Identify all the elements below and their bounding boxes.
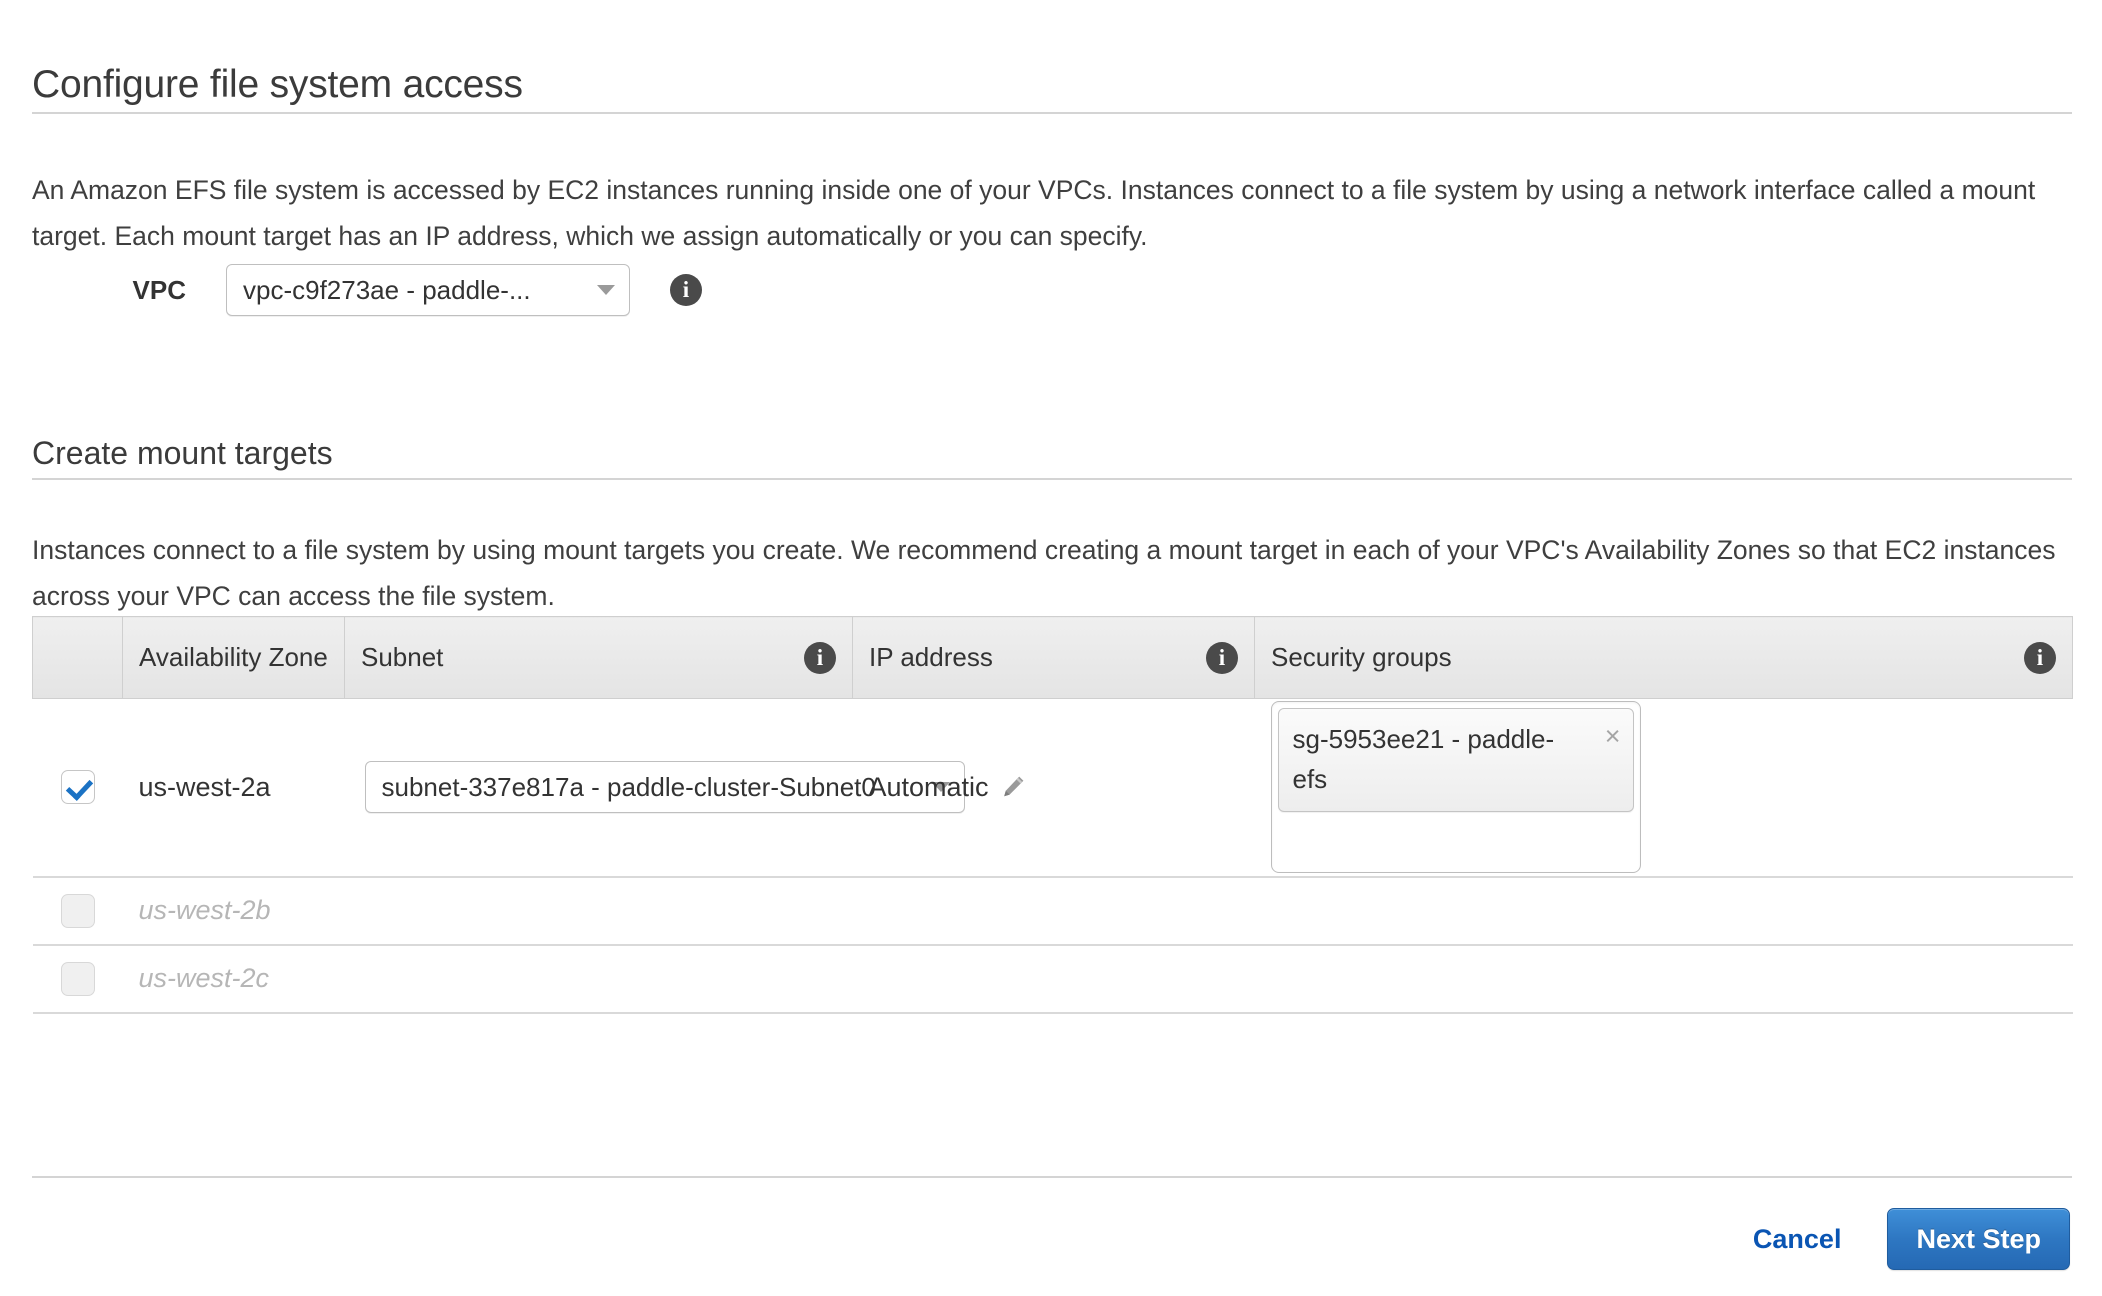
section-title-create-mount-targets: Create mount targets — [32, 434, 333, 471]
info-icon[interactable]: i — [804, 641, 836, 674]
section-divider — [32, 478, 2072, 480]
cancel-button[interactable]: Cancel — [1743, 1216, 1852, 1263]
availability-zone-label: us-west-2b — [138, 895, 271, 925]
mount-targets-intro: Instances connect to a file system by us… — [32, 534, 2056, 611]
table-row: us-west-2b — [32, 876, 2073, 946]
vpc-row: VPC vpc-c9f273ae - paddle-... i — [0, 262, 702, 318]
page-title: Configure file system access — [32, 63, 523, 107]
column-header-select — [32, 616, 123, 699]
info-icon[interactable]: i — [1206, 641, 1238, 674]
column-header-subnet: Subnet i — [344, 616, 853, 699]
security-groups-cell — [1254, 944, 2073, 1014]
availability-zone-label: us-west-2a — [138, 771, 271, 802]
subnet-cell: subnet-337e817a - paddle-cluster-Subnet0 — [344, 698, 965, 878]
subnet-select-value: subnet-337e817a - paddle-cluster-Subnet0 — [381, 771, 876, 802]
table-header: Availability Zone Subnet i IP address i — [32, 616, 2073, 699]
column-header-ip-address-label: IP address — [869, 642, 993, 672]
intro-paragraph: An Amazon EFS file system is accessed by… — [32, 174, 2036, 251]
close-icon[interactable]: × — [1597, 719, 1621, 753]
security-group-token[interactable]: sg-5953ee21 - paddle-efs × — [1277, 708, 1634, 813]
vpc-select[interactable]: vpc-c9f273ae - paddle-... — [226, 264, 630, 316]
security-groups-cell — [1254, 876, 2073, 946]
ip-address-value: Automatic — [868, 771, 989, 802]
configure-file-system-access-page: Configure file system access An Amazon E… — [0, 0, 2102, 1296]
availability-zone-cell: us-west-2c — [122, 944, 345, 1014]
footer-divider — [32, 1176, 2072, 1178]
table-header-row: Availability Zone Subnet i IP address i — [32, 616, 2073, 699]
title-divider — [32, 112, 2072, 114]
pencil-icon[interactable] — [999, 773, 1027, 801]
row-select-cell — [32, 944, 123, 1014]
column-header-subnet-label: Subnet — [361, 642, 444, 672]
table-row: us-west-2c — [32, 944, 2073, 1014]
table-body: us-west-2a subnet-337e817a - paddle-clus… — [32, 698, 2073, 1014]
column-header-availability-zone-label: Availability Zone — [139, 642, 328, 672]
row-checkbox-us-west-2c[interactable] — [60, 961, 95, 996]
row-checkbox-us-west-2a[interactable] — [60, 770, 95, 805]
column-header-ip-address: IP address i — [852, 616, 1255, 699]
vpc-select-value: vpc-c9f273ae - paddle-... — [243, 274, 531, 305]
footer-actions: Cancel Next Step — [1743, 1208, 2070, 1270]
security-groups-input[interactable]: sg-5953ee21 - paddle-efs × — [1270, 701, 1641, 874]
next-step-button[interactable]: Next Step — [1887, 1208, 2070, 1270]
availability-zone-cell: us-west-2a — [122, 698, 345, 878]
info-icon[interactable]: i — [670, 274, 702, 306]
column-header-security-groups: Security groups i — [1254, 616, 2073, 699]
column-header-availability-zone: Availability Zone — [122, 616, 345, 699]
ip-address-cell — [852, 876, 1255, 946]
vpc-label: VPC — [132, 274, 186, 305]
security-groups-cell: sg-5953ee21 - paddle-efs × — [1254, 698, 2073, 878]
subnet-cell — [344, 944, 853, 1014]
table-row: us-west-2a subnet-337e817a - paddle-clus… — [32, 698, 2073, 878]
column-header-security-groups-label: Security groups — [1271, 642, 1452, 672]
security-group-token-label: sg-5953ee21 - paddle-efs — [1292, 724, 1555, 795]
row-checkbox-us-west-2b[interactable] — [60, 893, 95, 928]
subnet-cell — [344, 876, 853, 946]
ip-address-cell — [852, 944, 1255, 1014]
info-icon[interactable]: i — [2024, 641, 2056, 674]
mount-targets-table: Availability Zone Subnet i IP address i — [32, 616, 2073, 1014]
ip-address-cell: Automatic — [852, 698, 1255, 878]
availability-zone-label: us-west-2c — [138, 963, 270, 993]
chevron-down-icon — [597, 285, 615, 295]
row-select-cell — [32, 698, 123, 878]
availability-zone-cell: us-west-2b — [122, 876, 345, 946]
row-select-cell — [32, 876, 123, 946]
